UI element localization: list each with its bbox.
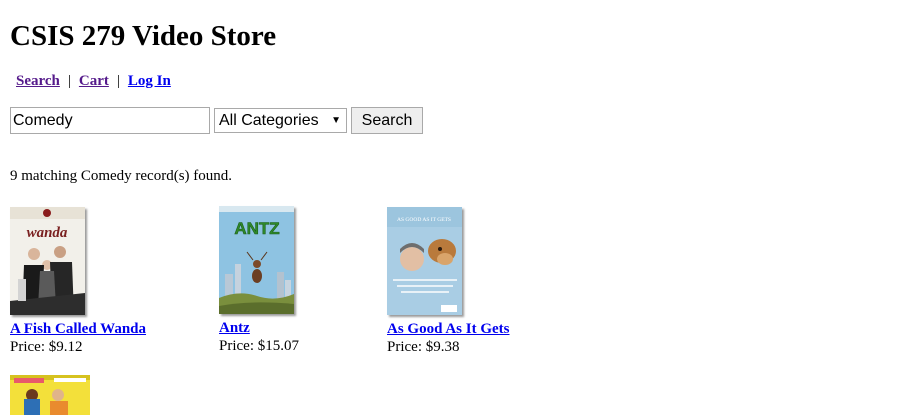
chevron-down-icon: ▼ [331, 115, 341, 126]
nav-separator: | [67, 73, 71, 89]
page-title: CSIS 279 Video Store [10, 20, 277, 52]
movie-title-link[interactable]: As Good As It Gets [387, 320, 510, 338]
svg-text:wanda: wanda [27, 225, 68, 241]
movie-title-link[interactable]: Antz [219, 319, 250, 337]
movie-item: AS GOOD AS IT GETS As Good As It Gets Pr… [387, 207, 557, 357]
category-select-value: All Categories [219, 112, 319, 129]
results-summary: 9 matching Comedy record(s) found. [10, 168, 233, 184]
antz-cover: ANTZ [219, 206, 294, 314]
category-select[interactable]: All Categories ▼ [214, 108, 347, 133]
top-nav: Search | Cart | Log In [16, 72, 171, 90]
nav-search-link[interactable]: Search [16, 73, 60, 89]
movie-item: wanda A Fish Called Wanda Price: $9.12 [10, 207, 180, 357]
search-button[interactable]: Search [351, 107, 423, 134]
movie-cover-image[interactable]: ANTZ [219, 206, 294, 314]
movie-item: ANTZ Antz Price: $15.07 [219, 206, 369, 356]
movie-cover-image[interactable]: wanda [10, 207, 85, 315]
movie-cover-image[interactable] [10, 375, 90, 415]
nav-separator: | [116, 73, 120, 89]
svg-text:ANTZ: ANTZ [234, 219, 279, 238]
movie-price: Price: $9.12 [10, 339, 83, 355]
movie-price: Price: $15.07 [219, 338, 299, 354]
as-good-as-it-gets-cover: AS GOOD AS IT GETS [387, 207, 462, 315]
nav-cart-link[interactable]: Cart [79, 73, 109, 89]
fish-called-wanda-cover: wanda [10, 207, 85, 315]
movie-price: Price: $9.38 [387, 339, 460, 355]
movie-cover-image[interactable]: AS GOOD AS IT GETS [387, 207, 462, 315]
svg-text:AS GOOD AS IT GETS: AS GOOD AS IT GETS [397, 217, 451, 223]
movie-item [10, 375, 100, 415]
search-input[interactable]: Comedy [10, 107, 210, 134]
partial-movie-cover [10, 375, 90, 415]
nav-login-link[interactable]: Log In [128, 73, 171, 89]
movie-title-link[interactable]: A Fish Called Wanda [10, 320, 146, 338]
